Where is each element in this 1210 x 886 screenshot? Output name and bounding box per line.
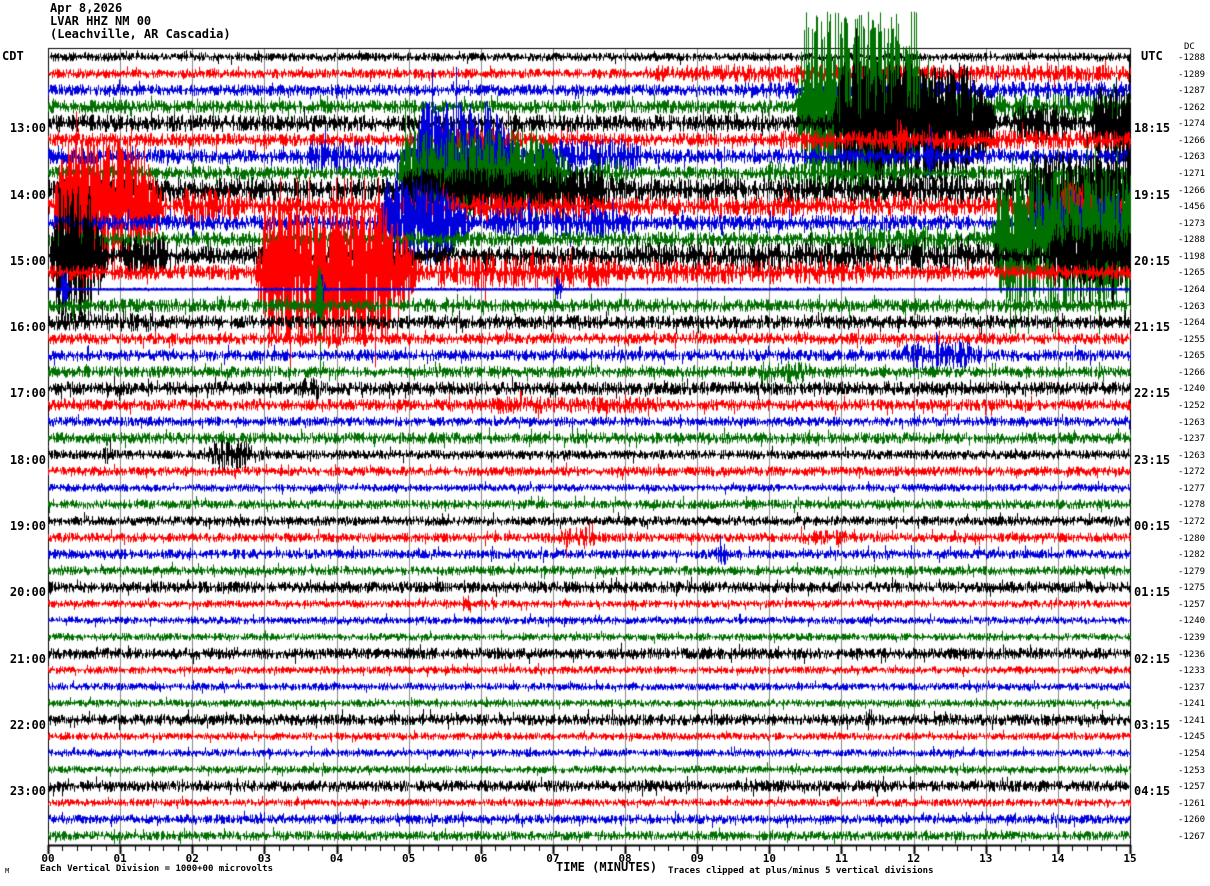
local-time-label: 19:00 [9,518,46,533]
dc-offset-value: -1282 [1178,550,1206,561]
dc-offset-value: -1274 [1178,119,1206,130]
dc-offset-value: -1266 [1178,367,1206,378]
dc-offset-value: -1264 [1178,318,1206,329]
dc-offset-value: -1263 [1178,152,1206,163]
x-axis-tick-label: 06 [474,852,488,865]
dc-offset-value: -1273 [1178,218,1206,229]
utc-time-label: 18:15 [1134,121,1171,136]
dc-offset-value: -1279 [1178,566,1206,577]
dc-offset-value: -1288 [1178,53,1206,63]
dc-offset-value: -1260 [1178,815,1206,826]
dc-offset-value: -1267 [1178,831,1206,842]
local-time-label: 18:00 [9,452,46,467]
dc-offset-value: -1266 [1178,135,1206,146]
dc-offset-value: -1275 [1178,583,1206,594]
dc-offset-value: -1263 [1178,301,1206,312]
x-axis-tick-label: 05 [402,852,416,865]
utc-time-label: 01:15 [1134,585,1171,600]
dc-offset-value: -1236 [1178,649,1206,660]
dc-offset-value: -1240 [1178,616,1206,627]
dc-offset-value: -1261 [1178,798,1206,809]
dc-offset-value: -1257 [1178,782,1206,793]
dc-offset-value: -1263 [1178,450,1206,461]
dc-offset-value: -1272 [1178,516,1206,527]
dc-offset-value: -1265 [1178,351,1206,362]
dc-offset-value: -1241 [1178,715,1206,726]
dc-offset-value: -1264 [1178,284,1206,295]
utc-time-label: 02:15 [1134,651,1171,666]
local-time-label: 16:00 [9,320,46,335]
x-axis-tick-label: 14 [1051,852,1065,865]
dc-offset-value: -1254 [1178,748,1206,759]
footer-vertical-division-note: Each Vertical Division = 1000+00 microvo… [40,864,273,874]
dc-offset-value: -1265 [1178,268,1206,279]
dc-offset-value: -1263 [1178,417,1206,428]
local-time-label: 17:00 [9,386,46,401]
x-axis-tick-label: 15 [1123,852,1137,865]
right-timezone-label: UTC [1141,49,1163,63]
dc-offset-value: -1277 [1178,483,1206,494]
x-axis-tick-label: 12 [906,852,921,865]
dc-offset-value: -1255 [1178,334,1206,345]
x-axis-tick-label: 11 [834,852,849,865]
dc-offset-value: -1272 [1178,467,1206,478]
dc-offset-value: -1278 [1178,500,1206,511]
dc-offset-value: -1233 [1178,666,1206,677]
left-timezone-label: CDT [2,49,24,63]
dc-offset-value: -1239 [1178,632,1206,643]
utc-time-label: 00:15 [1134,518,1171,533]
local-time-label: 13:00 [9,121,46,136]
x-axis-tick-label: 04 [329,852,344,865]
utc-time-label: 19:15 [1134,187,1171,202]
dc-offset-value: -1289 [1178,69,1206,80]
local-time-label: 23:00 [9,784,46,799]
x-axis-tick-label: 09 [690,852,704,865]
footer-clipping-note: Traces clipped at plus/minus 5 vertical … [668,866,934,876]
local-time-label: 14:00 [9,187,46,202]
dc-offset-value: -1240 [1178,384,1206,395]
seismogram-trace-canvas [0,0,1210,886]
dc-offset-value: -1257 [1178,599,1206,610]
dc-offset-value: -1253 [1178,765,1206,776]
dc-offset-value: -1198 [1178,251,1206,262]
local-time-label: 15:00 [9,253,46,268]
dc-offset-value: -1245 [1178,732,1206,743]
dc-column-header: DC [1184,42,1195,52]
title-station-location: (Leachville, AR Cascadia) [50,27,231,41]
x-axis-tick-label: 10 [762,852,776,865]
utc-time-label: 04:15 [1134,784,1171,799]
dc-offset-value: -1262 [1178,102,1206,113]
dc-offset-value: -1237 [1178,682,1206,693]
local-time-label: 22:00 [9,717,46,732]
utc-time-label: 21:15 [1134,320,1171,335]
utc-time-label: 03:15 [1134,717,1171,732]
dc-offset-value: -1241 [1178,699,1206,710]
dc-offset-value: -1252 [1178,400,1206,411]
watermark-mark: M [5,867,10,875]
webicorder-display: Apr 8,2026 LVAR HHZ NM 00 (Leachville, A… [0,0,1210,886]
utc-time-label: 22:15 [1134,386,1171,401]
dc-offset-value: -1271 [1178,168,1206,179]
utc-time-label: 20:15 [1134,253,1171,268]
dc-offset-value: -1288 [1178,235,1206,246]
local-time-label: 20:00 [9,585,46,600]
dc-offset-value: -1237 [1178,434,1206,445]
x-axis-title: TIME (MINUTES) [556,860,658,874]
dc-offset-value: -1456 [1178,202,1206,213]
dc-offset-value: -1280 [1178,533,1206,544]
dc-offset-value: -1287 [1178,86,1206,97]
x-axis-tick-label: 13 [979,852,993,865]
dc-offset-value: -1266 [1178,185,1206,196]
utc-time-label: 23:15 [1134,452,1171,467]
local-time-label: 21:00 [9,651,46,666]
